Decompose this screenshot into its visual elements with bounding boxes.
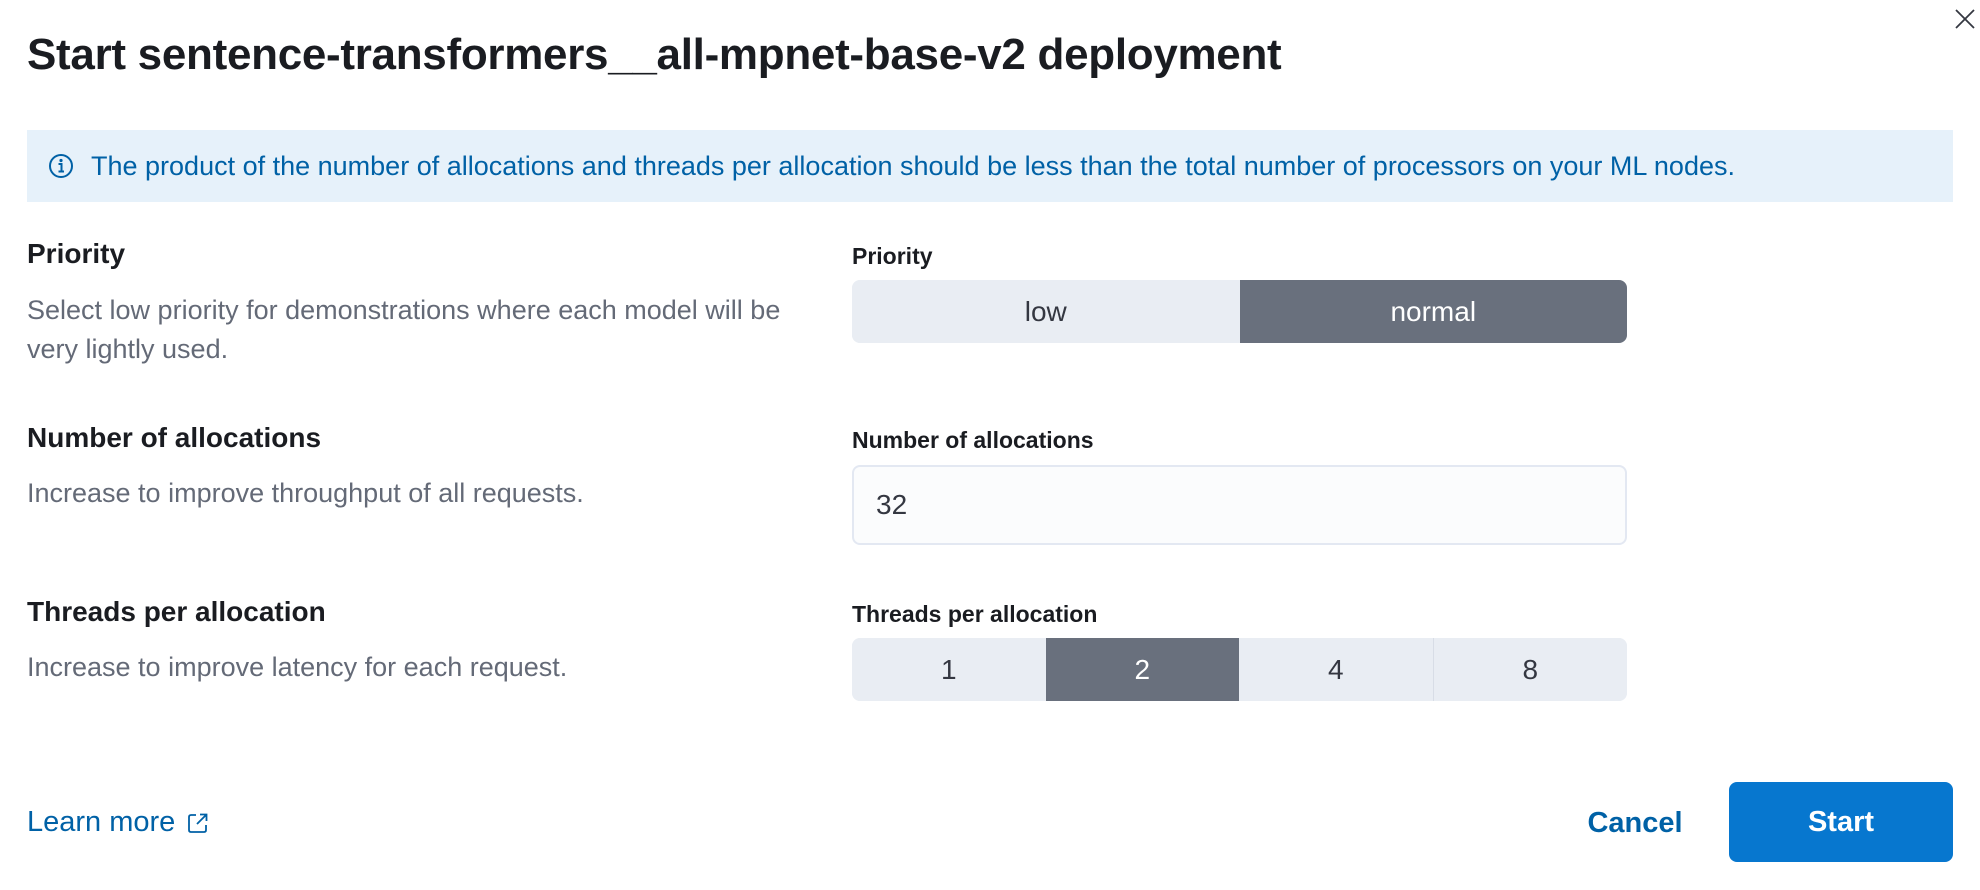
priority-option-normal[interactable]: normal [1239,280,1627,343]
threads-title: Threads per allocation [27,596,326,627]
learn-more-label: Learn more [27,806,176,838]
priority-option-low[interactable]: low [852,280,1240,343]
cancel-button[interactable]: Cancel [1570,783,1700,863]
priority-field-label: Priority [852,243,933,269]
priority-description: Select low priority for demonstrations w… [27,295,781,364]
threads-option-1[interactable]: 1 [852,638,1046,701]
allocations-description: Increase to improve throughput of all re… [27,478,584,508]
threads-option-4[interactable]: 4 [1239,638,1433,701]
threads-button-group: 1 2 4 8 [852,638,1627,701]
allocations-input[interactable] [852,465,1627,545]
start-button[interactable]: Start [1729,782,1953,862]
priority-title: Priority [27,238,126,269]
threads-option-2[interactable]: 2 [1045,638,1239,701]
callout-text: The product of the number of allocations… [91,150,1735,181]
info-icon [47,152,75,180]
close-button[interactable] [1950,4,1980,34]
allocations-field-label: Number of allocations [852,427,1094,453]
close-icon [1954,8,1976,30]
threads-description: Increase to improve latency for each req… [27,652,568,682]
threads-option-8[interactable]: 8 [1432,638,1627,701]
modal-title: Start sentence-transformers__all-mpnet-b… [27,30,1282,79]
external-link-icon [187,812,209,834]
learn-more-link[interactable]: Learn more [27,806,209,839]
start-deployment-modal: Start sentence-transformers__all-mpnet-b… [0,0,1980,890]
priority-button-group: low normal [852,280,1627,343]
info-callout: The product of the number of allocations… [27,130,1953,202]
allocations-title: Number of allocations [27,422,322,453]
threads-field-label: Threads per allocation [852,601,1098,627]
